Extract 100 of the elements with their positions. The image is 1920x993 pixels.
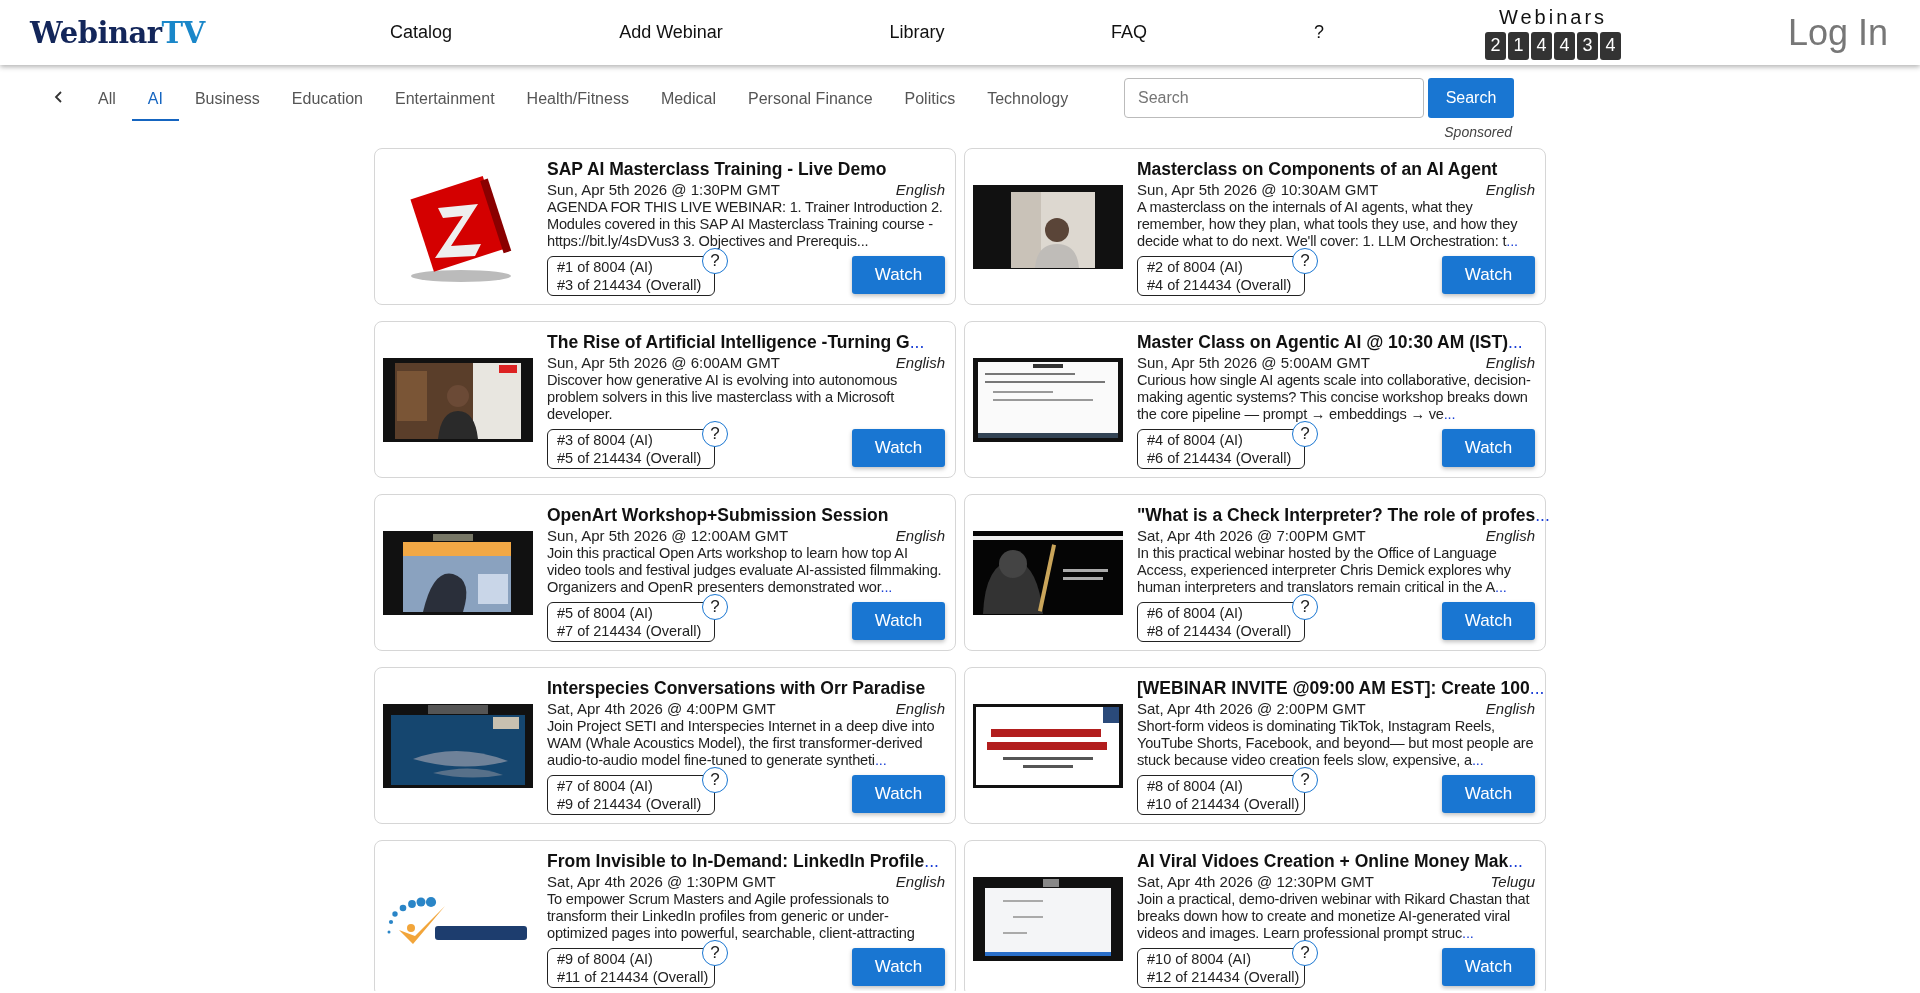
help-button[interactable]: ? [702,940,728,966]
site-logo[interactable]: WebinarTV [30,15,205,50]
rank-text: #4 of 214434 (Overall) [1147,276,1293,294]
more-link[interactable]: ... [1472,752,1484,768]
webinar-description: Join this practical Open Arts workshop to learn how top AI video tools and festival judges evaluate AI-assisted filmmaking. Organizers and OpenR presenters demonstrated wor... [547,545,943,596]
watch-button[interactable]: Watch [852,429,945,467]
rank-text: #5 of 8004 (AI) [557,604,654,622]
watch-button[interactable]: Watch [1442,948,1535,986]
rank-text: #6 of 214434 (Overall) [1147,449,1293,467]
more-link[interactable]: ... [1529,678,1545,698]
webinar-date: Sun, Apr 5th 2026 @ 12:00AM GMT [547,526,789,545]
counter-digit: 4 [1554,31,1575,60]
webinar-description: Join Project SETI and Interspecies Internet in a deep dive into WAM (Whale Acoustics Model), the first transformer-derived audio-to-audio model fine-tuned to generate syntheti... [547,718,936,769]
rank-text: #9 of 8004 (AI) [557,950,654,968]
webinar-description: In this practical webinar hosted by the Office of Language Access, experienced interpreter Chris Demick explores why human interpreters and translators remain critical in the A... [1137,545,1512,596]
more-link[interactable]: ... [1462,925,1474,941]
more-link[interactable]: ... [1508,851,1523,871]
sponsored-label: Sponsored [1444,124,1512,140]
more-link[interactable]: ... [924,851,939,871]
help-button[interactable]: ? [1292,421,1318,447]
category-tab[interactable]: Entertainment [379,78,511,121]
rank-text: #10 of 8004 (AI) [1147,950,1252,968]
category-tab[interactable]: Technology [971,78,1085,121]
help-button[interactable]: ? [1292,767,1318,793]
watch-button[interactable]: Watch [1442,429,1535,467]
category-tab[interactable]: AI [131,78,179,121]
webinar-description: Join a practical, demo-driven webinar with Rikard Chastan that breaks down how to create and monetize AI-generated viral videos and images. Learn professional prompt struc... [1137,891,1531,942]
webinar-language: English [895,180,945,199]
webinar-title[interactable]: [WEBINAR INVITE @09:00 AM EST]: Create 100 [1137,678,1530,698]
category-tab[interactable]: Business [178,78,276,121]
watch-button[interactable]: Watch [1442,256,1535,294]
webinar-description: AGENDA FOR THIS LIVE WEBINAR: 1. Trainer Introduction 2. Modules covered in this SAP AI Masterclass Training course - https://bit.ly/4sDVus3 3. Objectives and Prerequis... [547,199,944,250]
webinar-date: Sat, Apr 4th 2026 @ 4:00PM GMT [547,699,776,718]
webinar-date: Sat, Apr 4th 2026 @ 2:00PM GMT [1137,699,1366,718]
webinar-description: Curious how single AI agents scale into collaborative, decision-making agentic systems? This concise workshop breaks down the core pipeline — prompt → embeddings → ve... [1137,372,1532,423]
more-link[interactable]: ... [880,579,893,595]
nav-link[interactable]: Add Webinar [619,22,723,43]
webinar-date: Sat, Apr 4th 2026 @ 12:30PM GMT [1137,872,1374,891]
category-tab[interactable]: Politics [888,78,972,121]
webinar-title[interactable]: "What is a Check Interpreter? The role of profes [1137,505,1536,525]
rank-text: #5 of 214434 (Overall) [557,449,703,467]
nav-link[interactable]: FAQ [1111,22,1147,43]
rank-text: #7 of 8004 (AI) [557,777,654,795]
more-link[interactable]: ... [1535,505,1550,525]
webinar-language: English [1485,180,1535,199]
search-button[interactable]: Search [1428,78,1514,118]
counter-digit: 1 [1508,31,1529,60]
counter-label: Webinars [1498,5,1608,29]
rank-text: #4 of 8004 (AI) [1147,431,1244,449]
webinar-date: Sun, Apr 5th 2026 @ 5:00AM GMT [1137,353,1370,372]
help-button[interactable]: ? [702,421,728,447]
category-tab[interactable]: Medical [644,78,732,121]
watch-button[interactable]: Watch [852,775,945,813]
login-link[interactable]: Log In [1787,11,1888,54]
webinar-description: Discover how generative AI is evolving into autonomous problem solvers in this live masterclass with a Microsoft developer. [547,372,899,423]
webinar-title[interactable]: From Invisible to In-Demand: LinkedIn Profile [547,851,925,871]
more-link[interactable]: ... [1495,579,1507,595]
webinar-title[interactable]: Interspecies Conversations with Orr Paradise [547,678,926,698]
webinar-date: Sun, Apr 5th 2026 @ 1:30PM GMT [547,180,780,199]
counter-digit: 4 [1600,31,1621,60]
watch-button[interactable]: Watch [852,948,945,986]
help-button[interactable]: ? [1292,594,1318,620]
nav-link[interactable]: Catalog [389,22,452,43]
nav-link[interactable]: ? [1314,22,1324,43]
webinar-language: English [1485,353,1535,372]
watch-button[interactable]: Watch [852,256,945,294]
more-link[interactable]: ... [909,332,925,352]
more-link[interactable]: ... [874,752,887,768]
webinar-language: English [895,526,945,545]
watch-button[interactable]: Watch [852,602,945,640]
rank-text: #3 of 8004 (AI) [557,431,654,449]
rank-text: #9 of 214434 (Overall) [557,795,703,813]
category-tab[interactable]: Education [275,78,379,121]
counter-digit: 4 [1531,31,1552,60]
webinar-title[interactable]: OpenArt Workshop+Submission Session [547,505,889,525]
rank-text: #6 of 8004 (AI) [1147,604,1244,622]
rank-text: #3 of 214434 (Overall) [557,276,703,294]
more-link[interactable]: ... [1506,233,1518,249]
rank-text: #8 of 8004 (AI) [1147,777,1244,795]
more-link[interactable]: ... [1443,406,1456,422]
nav-link[interactable]: Library [889,22,945,43]
search-field[interactable]: Search [1124,78,1424,118]
help-button[interactable]: ? [702,594,728,620]
category-tab[interactable]: Personal Finance [732,78,889,121]
help-button[interactable]: ? [702,248,728,274]
webinar-title[interactable]: Masterclass on Components of an AI Agent [1137,159,1498,179]
watch-button[interactable]: Watch [1442,602,1535,640]
category-tab[interactable]: Health/Fitness [510,78,645,121]
webinar-title[interactable]: Master Class on Agentic AI @ 10:30 AM (IST) [1137,332,1509,352]
webinar-title[interactable]: The Rise of Artificial Intelligence -Turning G [547,332,910,352]
help-button[interactable]: ? [702,767,728,793]
webinar-title[interactable]: AI Viral Vidoes Creation + Online Money Mak [1137,851,1509,871]
watch-button[interactable]: Watch [1442,775,1535,813]
category-tab[interactable]: All [82,78,132,121]
counter-digit: 2 [1485,31,1506,60]
webinar-title[interactable]: SAP AI Masterclass Training - Live Demo [547,159,887,179]
more-link[interactable]: ... [1508,332,1523,352]
webinar-language: English [1485,526,1535,545]
help-button[interactable]: ? [1292,940,1318,966]
help-button[interactable]: ? [1292,248,1318,274]
